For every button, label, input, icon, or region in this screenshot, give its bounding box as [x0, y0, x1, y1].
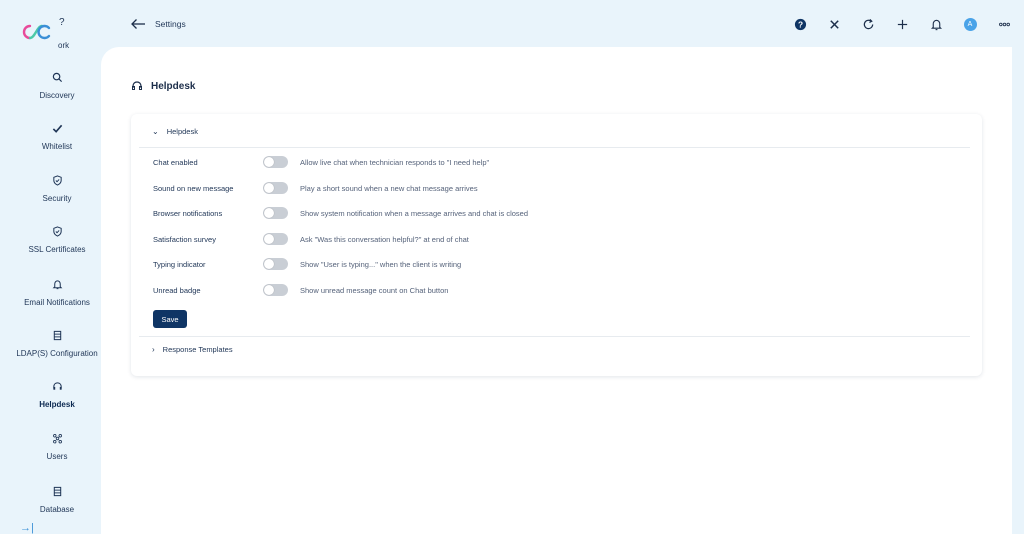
setting-label: Browser notifications: [153, 208, 223, 218]
headset-icon: [132, 81, 142, 90]
sidebar-item-security[interactable]: Security: [0, 174, 114, 222]
refresh-icon[interactable]: [860, 16, 876, 32]
help-icon[interactable]: ?: [792, 16, 808, 32]
sidebar-item-label: Helpdesk: [39, 400, 75, 409]
chevron-down-icon: ⌄: [152, 127, 159, 136]
sidebar-item-users[interactable]: Users: [0, 432, 114, 480]
setting-description: Play a short sound when a new chat messa…: [300, 183, 478, 193]
check-icon: [51, 122, 63, 134]
tools-icon[interactable]: [826, 16, 842, 32]
expand-sidebar-icon[interactable]: →|: [20, 522, 34, 534]
topbar-actions: ? A: [774, 16, 1012, 32]
bell-icon: [51, 278, 63, 290]
setting-description: Show "User is typing..." when the client…: [300, 259, 462, 269]
sidebar: ? ork Discovery Whitelist Security SSL C…: [0, 0, 114, 534]
sidebar-item-discovery[interactable]: Discovery: [0, 71, 114, 119]
topbar: Settings ? A: [114, 0, 1024, 48]
helpdesk-section-header[interactable]: ⌄ Helpdesk: [152, 127, 198, 136]
unread-badge-toggle[interactable]: [263, 284, 288, 296]
setting-label: Satisfaction survey: [153, 234, 216, 244]
settings-card: ⌄ Helpdesk Chat enabled Allow live chat …: [131, 114, 982, 376]
main-panel: Helpdesk ⌄ Helpdesk Chat enabled Allow l…: [101, 47, 1012, 534]
setting-row-satisfaction-survey: Satisfaction survey Ask "Was this conver…: [139, 232, 970, 246]
chevron-right-icon: ›: [152, 345, 155, 354]
sidebar-item-label: Security: [42, 194, 72, 203]
notifications-bell-icon[interactable]: [928, 16, 944, 32]
setting-row-sound-on-new-message: Sound on new message Play a short sound …: [139, 181, 970, 195]
toggle-knob: [264, 259, 274, 269]
sidebar-item-network-label[interactable]: ork: [58, 41, 69, 50]
headset-icon: [51, 380, 63, 392]
setting-label: Unread badge: [153, 285, 201, 295]
users-icon: [51, 432, 63, 444]
sidebar-item-label: Users: [46, 452, 68, 461]
divider: [139, 147, 970, 148]
server-icon: [51, 329, 63, 341]
toggle-knob: [264, 183, 274, 193]
search-icon: [51, 71, 63, 83]
setting-description: Show system notification when a message …: [300, 208, 529, 218]
sidebar-item-label: Database: [39, 505, 75, 514]
section-title: Helpdesk: [166, 127, 198, 136]
page-title: Helpdesk: [131, 80, 195, 92]
add-icon[interactable]: [894, 16, 910, 32]
browser-notifications-toggle[interactable]: [263, 207, 288, 219]
svg-text:?: ?: [797, 19, 802, 29]
app-logo-icon[interactable]: [21, 22, 53, 42]
divider: [139, 336, 970, 337]
sidebar-item-label: Email Notifications: [24, 298, 90, 307]
sound-on-new-message-toggle[interactable]: [263, 182, 288, 194]
sidebar-item-database[interactable]: Database: [0, 485, 114, 533]
sidebar-item-label: SSL Certificates: [28, 245, 86, 254]
shield-icon: [51, 174, 63, 186]
user-avatar[interactable]: A: [962, 16, 978, 32]
typing-indicator-toggle[interactable]: [263, 258, 288, 270]
setting-row-typing-indicator: Typing indicator Show "User is typing...…: [139, 257, 970, 271]
setting-row-unread-badge: Unread badge Show unread message count o…: [139, 283, 970, 297]
setting-label: Sound on new message: [153, 183, 234, 193]
shield-check-icon: [51, 225, 63, 237]
setting-row-browser-notifications: Browser notifications Show system notifi…: [139, 206, 970, 220]
breadcrumb[interactable]: Settings: [155, 19, 186, 29]
setting-row-chat-enabled: Chat enabled Allow live chat when techni…: [139, 155, 970, 169]
satisfaction-survey-toggle[interactable]: [263, 233, 288, 245]
toggle-knob: [264, 234, 274, 244]
toggle-knob: [264, 285, 274, 295]
sidebar-item-label: Whitelist: [41, 142, 73, 151]
sidebar-item-helpdesk[interactable]: Helpdesk: [0, 380, 114, 428]
setting-description: Show unread message count on Chat button: [300, 285, 449, 295]
toggle-knob: [264, 157, 274, 167]
setting-label: Chat enabled: [153, 157, 198, 167]
sidebar-item-ldaps-configuration[interactable]: LDAP(S) Configuration: [0, 329, 114, 377]
setting-description: Allow live chat when technician responds…: [300, 157, 490, 167]
back-arrow-icon[interactable]: [130, 17, 146, 31]
chat-enabled-toggle[interactable]: [263, 156, 288, 168]
setting-label: Typing indicator: [153, 259, 206, 269]
save-button[interactable]: Save: [153, 310, 187, 328]
sidebar-item-ssl-certificates[interactable]: SSL Certificates: [0, 225, 114, 273]
sidebar-item-email-notifications[interactable]: Email Notifications: [0, 278, 114, 326]
response-templates-section-header[interactable]: › Response Templates: [152, 345, 233, 354]
sidebar-item-label: Discovery: [39, 91, 75, 100]
setting-description: Ask "Was this conversation helpful?" at …: [300, 234, 469, 244]
sidebar-item-label: LDAP(S) Configuration: [16, 349, 98, 358]
toggle-knob: [264, 208, 274, 218]
more-options-icon[interactable]: [996, 16, 1012, 32]
section-title: Response Templates: [162, 345, 233, 354]
database-icon: [51, 485, 63, 497]
sidebar-item-whitelist[interactable]: Whitelist: [0, 122, 114, 170]
network-icon[interactable]: ?: [59, 17, 65, 28]
avatar: A: [963, 17, 977, 31]
page-title-text: Helpdesk: [151, 80, 196, 92]
